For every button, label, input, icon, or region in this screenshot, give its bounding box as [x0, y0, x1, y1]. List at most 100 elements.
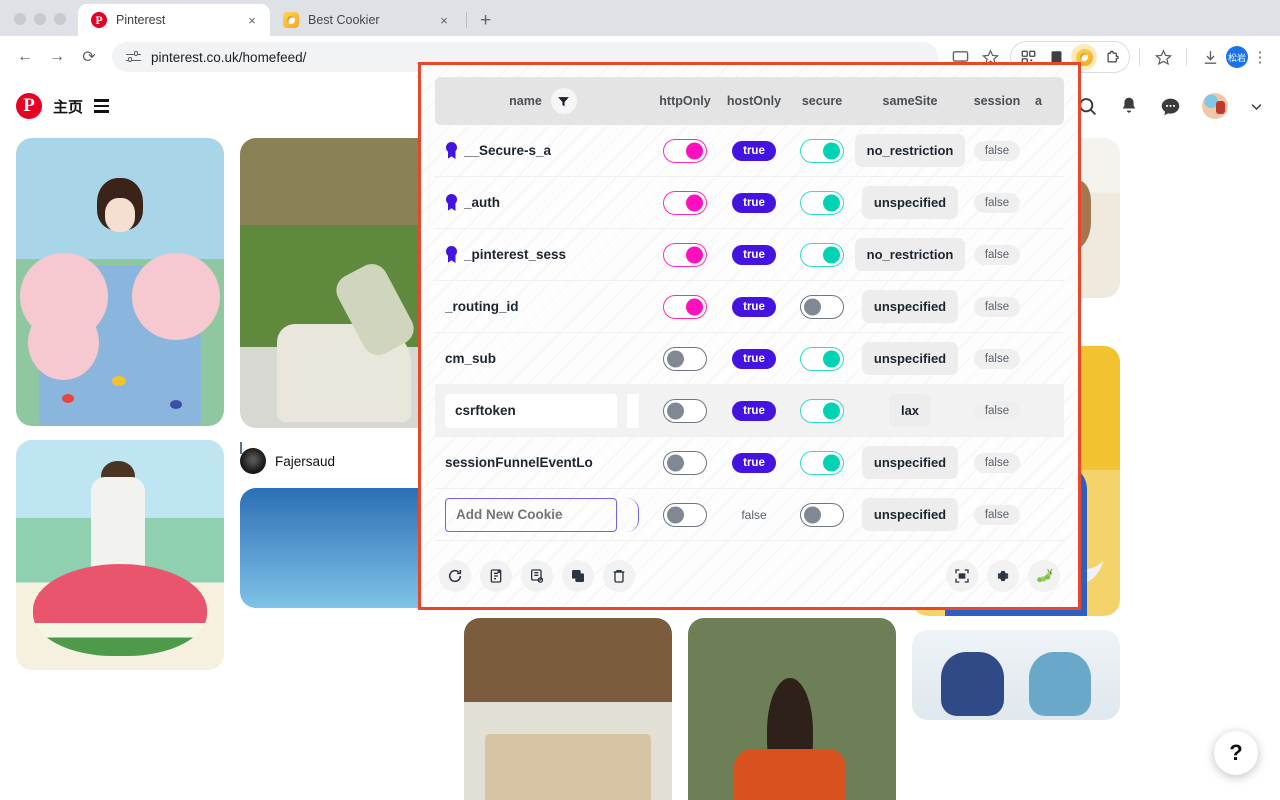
- hostonly-cell: true: [719, 400, 789, 421]
- session-value: false: [973, 504, 1021, 525]
- forward-button[interactable]: →: [42, 42, 72, 72]
- duplicate-icon[interactable]: [562, 560, 594, 592]
- samesite-value[interactable]: lax: [888, 394, 932, 427]
- reload-button[interactable]: ⟳: [74, 42, 104, 72]
- expand-icon[interactable]: [946, 560, 978, 592]
- filter-icon[interactable]: [550, 88, 577, 114]
- secure-toggle[interactable]: [800, 450, 844, 475]
- caterpillar-mascot-icon[interactable]: [1028, 560, 1060, 592]
- samesite-value[interactable]: no_restriction: [854, 134, 966, 167]
- hostonly-badge[interactable]: true: [732, 348, 776, 369]
- httponly-toggle[interactable]: [663, 502, 707, 527]
- pin-card[interactable]: [688, 618, 896, 800]
- back-button[interactable]: ←: [10, 42, 40, 72]
- hostonly-badge[interactable]: true: [732, 296, 776, 317]
- close-tab-button[interactable]: ×: [244, 14, 260, 27]
- home-nav-label[interactable]: 主页: [53, 96, 83, 117]
- httponly-toggle[interactable]: [663, 242, 707, 267]
- refresh-icon[interactable]: [439, 560, 471, 592]
- pin-card[interactable]: [464, 618, 672, 800]
- chevron-down-icon[interactable]: [1249, 99, 1264, 114]
- window-controls[interactable]: [0, 13, 78, 36]
- cookie-name-input[interactable]: [445, 393, 617, 428]
- more-menu-icon[interactable]: ⋮: [1250, 48, 1270, 66]
- cookie-name-cell[interactable]: [435, 393, 651, 428]
- secure-toggle[interactable]: [800, 242, 844, 267]
- hostonly-badge[interactable]: true: [732, 452, 776, 473]
- site-settings-icon[interactable]: [126, 50, 141, 65]
- hostonly-badge[interactable]: true: [732, 244, 776, 265]
- favorite-star-icon[interactable]: [1149, 43, 1177, 71]
- samesite-value[interactable]: unspecified: [861, 342, 959, 375]
- notifications-bell-icon[interactable]: [1119, 96, 1139, 116]
- messages-icon[interactable]: [1160, 96, 1181, 117]
- close-tab-button[interactable]: ×: [436, 14, 452, 27]
- secure-toggle[interactable]: [800, 190, 844, 215]
- new-tab-button[interactable]: +: [471, 11, 500, 36]
- add-cookie-row[interactable]: false unspecified false: [435, 489, 1064, 541]
- hostonly-badge[interactable]: true: [732, 400, 776, 421]
- httponly-toggle[interactable]: [663, 346, 707, 371]
- samesite-value[interactable]: no_restriction: [854, 238, 966, 271]
- httponly-toggle[interactable]: [663, 138, 707, 163]
- downloads-icon[interactable]: [1196, 43, 1224, 71]
- secure-toggle[interactable]: [800, 294, 844, 319]
- cookie-name-cell[interactable]: _pinterest_sess: [435, 246, 651, 263]
- extensions-puzzle-icon[interactable]: [1099, 44, 1125, 70]
- hostonly-badge[interactable]: true: [732, 192, 776, 213]
- help-button[interactable]: ?: [1214, 731, 1258, 775]
- browser-tab-best-cookier[interactable]: Best Cookier ×: [270, 4, 462, 36]
- cookie-name-cell[interactable]: sessionFunnelEventLo: [435, 455, 651, 470]
- import-icon[interactable]: [480, 560, 512, 592]
- cookie-name-cell[interactable]: _routing_id: [435, 299, 651, 314]
- pinterest-icon[interactable]: P: [16, 93, 42, 119]
- pin-card[interactable]: [240, 488, 448, 608]
- pin-author[interactable]: Fajersaud: [240, 448, 448, 474]
- settings-gear-icon[interactable]: [987, 560, 1019, 592]
- secure-toggle[interactable]: [800, 502, 844, 527]
- secure-toggle[interactable]: [800, 346, 844, 371]
- avatar[interactable]: [1202, 93, 1228, 119]
- cookie-name-cell[interactable]: __Secure-s_a: [435, 142, 651, 159]
- delete-icon[interactable]: [603, 560, 635, 592]
- pin-card[interactable]: [912, 630, 1120, 720]
- httponly-cell: [651, 450, 719, 475]
- table-row[interactable]: sessionFunnelEventLo true unspecified false: [435, 437, 1064, 489]
- httponly-toggle[interactable]: [663, 190, 707, 215]
- cookie-name-cell[interactable]: cm_sub: [435, 351, 651, 366]
- httponly-toggle[interactable]: [663, 450, 707, 475]
- pin-card[interactable]: [16, 138, 224, 426]
- table-row[interactable]: true lax false: [435, 385, 1064, 437]
- hostonly-badge[interactable]: true: [732, 140, 776, 161]
- export-icon[interactable]: [521, 560, 553, 592]
- secure-cell: [789, 294, 855, 319]
- table-row[interactable]: _routing_id true unspecified false: [435, 281, 1064, 333]
- table-row[interactable]: _auth true unspecified false: [435, 177, 1064, 229]
- cookie-name-label: __Secure-s_a: [464, 143, 552, 158]
- toolbar-divider: [1139, 48, 1140, 66]
- maximize-window-button[interactable]: [54, 13, 66, 25]
- samesite-value[interactable]: unspecified: [861, 446, 959, 479]
- cookie-name-cell[interactable]: _auth: [435, 194, 651, 211]
- table-row[interactable]: __Secure-s_a true no_restriction false: [435, 125, 1064, 177]
- cookie-name-label: _routing_id: [445, 299, 519, 314]
- cookie-name-cell[interactable]: [435, 497, 651, 532]
- hostonly-value[interactable]: false: [741, 508, 766, 522]
- menu-hamburger-icon[interactable]: [94, 99, 110, 113]
- samesite-value[interactable]: unspecified: [861, 186, 959, 219]
- close-window-button[interactable]: [14, 13, 26, 25]
- table-row[interactable]: cm_sub true unspecified false: [435, 333, 1064, 385]
- minimize-window-button[interactable]: [34, 13, 46, 25]
- samesite-value[interactable]: unspecified: [861, 290, 959, 323]
- httponly-toggle[interactable]: [663, 294, 707, 319]
- table-row[interactable]: _pinterest_sess true no_restriction false: [435, 229, 1064, 281]
- browser-tab-pinterest[interactable]: P Pinterest ×: [78, 4, 270, 36]
- pin-card[interactable]: [240, 138, 448, 428]
- httponly-toggle[interactable]: [663, 398, 707, 423]
- secure-toggle[interactable]: [800, 398, 844, 423]
- profile-avatar[interactable]: 松岩: [1226, 46, 1248, 68]
- secure-toggle[interactable]: [800, 138, 844, 163]
- add-new-cookie-input[interactable]: [445, 497, 617, 532]
- samesite-value[interactable]: unspecified: [861, 498, 959, 531]
- pin-card[interactable]: [16, 440, 224, 670]
